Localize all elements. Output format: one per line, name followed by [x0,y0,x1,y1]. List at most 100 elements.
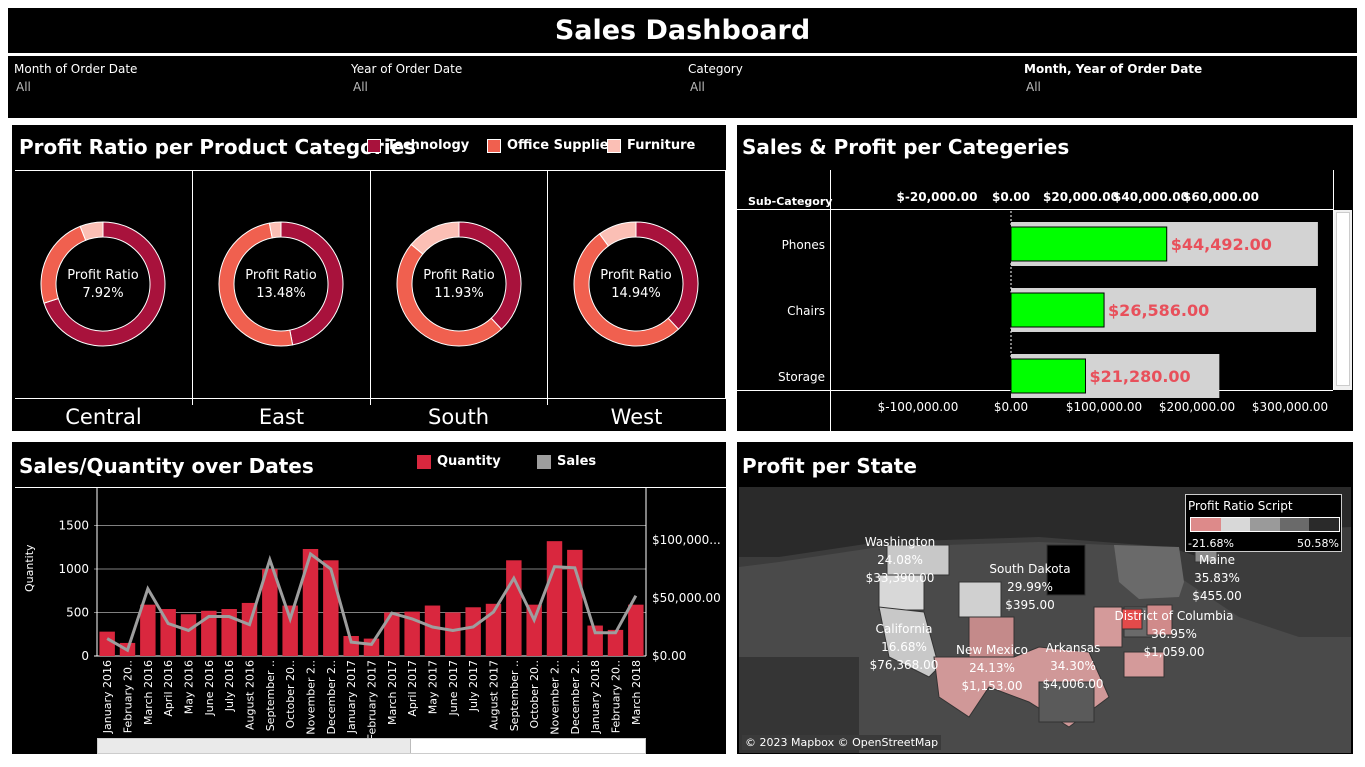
x-axis-tick: August 2016 [244,660,257,730]
filter-year-of-order-date[interactable]: Year of Order Date All [351,62,462,94]
bottom-axis-tick: $200,000.00 [1159,400,1235,414]
quantity-bar[interactable] [465,607,481,656]
quantity-bar[interactable] [526,604,542,656]
profit-value-label: $26,586.00 [1108,301,1209,320]
profit-value-label: $44,492.00 [1171,235,1272,254]
bottom-axis-tick: $0.00 [994,400,1028,414]
bottom-axis-tick: $300,000.00 [1252,400,1328,414]
sales-quantity-panel: Sales/Quantity over Dates Quantity Sales… [10,440,728,756]
quantity-bar[interactable] [546,541,563,656]
x-axis-tick: September .. [264,660,277,731]
top-axis-tick: $60,000.00 [1183,190,1259,204]
donut-center-label-south: Profit Ratio 11.93% [423,268,495,301]
sales-profit-chart: $-20,000.00 $0.00 $20,000.00$40,000.00$60,… [778,190,1328,414]
legend-max: 50.58% [1297,537,1339,550]
filter-label: Year of Order Date [351,62,463,76]
filter-month-of-order-date[interactable]: Month of Order Date All [14,62,137,94]
region-name-east: East [258,405,305,429]
top-axis-tick: $40,000.00 [1113,190,1189,204]
x-axis-tick: March 2018 [630,660,643,725]
x-axis-tick: May 2016 [183,660,196,714]
legend-min: -21.68% [1188,537,1234,550]
donut-center-label-west: Profit Ratio 14.94% [600,268,672,301]
x-axis-tick: April 2016 [162,660,175,717]
region-name-west: West [610,405,663,429]
profit-bar-phones[interactable] [1010,226,1168,262]
quantity-bar[interactable] [262,569,278,656]
right-axis-tick: $100,000... [652,533,721,547]
filter-value[interactable]: All [690,80,743,94]
x-axis-tick: January 2017 [345,660,358,734]
quantity-bar[interactable] [323,560,339,656]
vertical-scrollbar[interactable] [1334,210,1352,390]
profit-state-panel: Profit per State Profit Ratio Script -21… [735,440,1355,756]
quantity-bar[interactable] [445,612,461,657]
dashboard-title-bar: Sales Dashboard [8,8,1357,53]
map-label-new-mexico: New Mexico 24.13% $1,153.00 [956,643,1028,693]
legend-title: Profit Ratio Script [1188,499,1293,513]
color-ramp [1190,517,1340,532]
x-axis-tick: August 2017 [488,660,501,730]
map-label-california: California 16.68% $76,368.00 [869,622,939,672]
filter-bar: Month of Order Date All Year of Order Da… [8,56,1357,118]
quantity-bar[interactable] [99,631,115,656]
x-axis-tick: October 20.. [284,660,297,729]
filter-value[interactable]: All [16,80,137,94]
filter-category[interactable]: Category All [688,62,743,94]
filter-month-year-of-order-date[interactable]: Month, Year of Order Date All [1024,62,1202,94]
sales-profit-panel: Sales & Profit per Categeries Sub-Catego… [735,123,1355,433]
map-legend: Profit Ratio Script -21.68% 50.58% [1185,494,1342,552]
x-axis-tick: January 2018 [589,660,602,734]
quantity-bar[interactable] [140,604,156,656]
scrollbar-thumb[interactable] [1336,212,1350,386]
map-label-district-of-columbia: District of Columbia 36.95% $1,059.00 [1114,609,1234,659]
quantity-bar[interactable] [282,605,298,656]
filter-label: Month, Year of Order Date [1024,62,1203,76]
x-axis-tick: July 2017 [467,660,480,712]
x-axis-tick: March 2016 [142,660,155,725]
left-axis-tick: 1500 [58,519,89,533]
quantity-bar[interactable] [506,560,522,656]
quantity-bar[interactable] [628,604,644,656]
left-axis-tick: 1000 [58,562,89,576]
quantity-bar[interactable] [180,614,197,656]
map-label-south-dakota: South Dakota 29.99% $395.00 [989,562,1071,612]
row-label-storage: Storage [778,370,825,384]
x-axis-tick: November 2.. [305,660,318,735]
right-axis-tick: $50,000.00 [652,591,721,605]
quantity-bar[interactable] [302,548,319,656]
filter-value[interactable]: All [353,80,462,94]
profit-bar-chairs[interactable] [1010,292,1105,328]
top-axis-tick: $0.00 [992,190,1030,204]
filter-value[interactable]: All [1026,80,1202,94]
donut-slice-south-2[interactable] [410,221,460,255]
panel-title: Profit per State [742,454,917,478]
scrollbar-thumb[interactable] [98,739,411,753]
donut-center-label-east: Profit Ratio 13.48% [245,268,317,301]
map-attribution[interactable]: © 2023 Mapbox © OpenStreetMap [742,735,942,750]
x-axis-tick: May 2017 [427,660,440,714]
x-axis-tick: January 2016 [101,660,114,734]
left-axis-tick: 500 [66,606,89,620]
x-axis-tick: February 20.. [122,660,135,733]
x-axis-tick: October 20.. [528,660,541,729]
x-axis-tick: December 2.. [325,660,338,735]
right-axis-tick: $0.00 [652,649,686,663]
dashboard-title: Sales Dashboard [554,15,811,46]
x-axis-tick: February 20.. [610,660,623,733]
quantity-bar[interactable] [363,638,380,656]
filter-label: Month of Order Date [14,62,138,76]
horizontal-scrollbar[interactable] [97,738,646,754]
bottom-axis-tick: $-100,000.00 [878,400,959,414]
profit-value-label: $21,280.00 [1089,367,1190,386]
donut-center-label-central: Profit Ratio 7.92% [67,268,139,301]
quantity-bar[interactable] [424,605,441,656]
map-label-arkansas: Arkansas 34.30% $4,006.00 [1042,641,1104,691]
x-axis-tick: February 2017 [366,660,379,740]
x-axis-tick: March 2017 [386,660,399,725]
map-label-maine: Maine 35.83% $455.00 [1192,553,1242,603]
x-axis-tick: July 2016 [223,660,236,712]
profit-bar-storage[interactable] [1010,358,1086,394]
quantity-bar[interactable] [567,549,583,656]
region-name-south: South [427,405,490,429]
